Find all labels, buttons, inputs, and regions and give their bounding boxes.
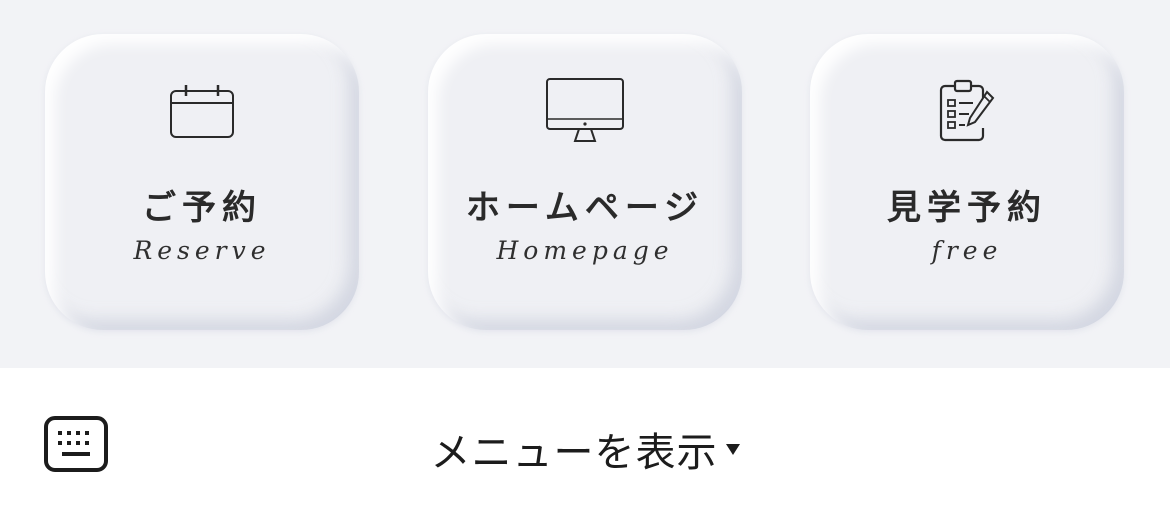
rich-menu: ご予約 Reserve ホームページ Homepage 見学予約 free bbox=[0, 0, 1170, 368]
caret-down-icon bbox=[725, 443, 740, 455]
homepage-subtitle: Homepage bbox=[496, 236, 674, 265]
monitor-icon bbox=[428, 76, 742, 146]
reserve-subtitle: Reserve bbox=[133, 236, 271, 265]
reserve-title: ご予約 bbox=[142, 188, 262, 228]
show-menu-toggle[interactable]: メニューを表示 bbox=[0, 420, 1170, 478]
menu-bar: メニューを表示 bbox=[0, 368, 1170, 517]
calendar-icon bbox=[45, 76, 359, 146]
clipboard-edit-icon bbox=[810, 76, 1124, 146]
tour-reservation-card[interactable]: 見学予約 free bbox=[810, 34, 1124, 330]
homepage-card[interactable]: ホームページ Homepage bbox=[428, 34, 742, 330]
show-menu-label: メニューを表示 bbox=[430, 430, 718, 476]
tour-reservation-subtitle: free bbox=[931, 236, 1003, 265]
reserve-card[interactable]: ご予約 Reserve bbox=[45, 34, 359, 330]
tour-reservation-title: 見学予約 bbox=[887, 188, 1047, 228]
homepage-title: ホームページ bbox=[465, 188, 705, 228]
